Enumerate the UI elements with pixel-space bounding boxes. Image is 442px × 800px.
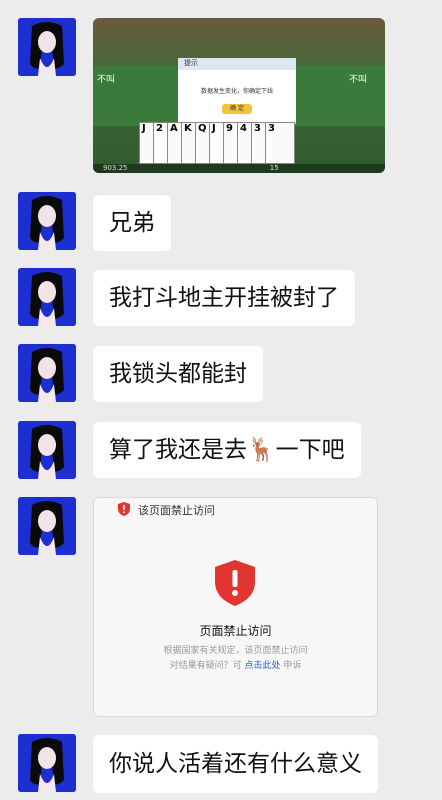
- message-bubble[interactable]: 我打斗地主开挂被封了: [93, 270, 355, 326]
- blocked-page-desc-suffix: 申诉: [283, 661, 302, 671]
- card: 3: [265, 122, 295, 164]
- blocked-page-desc-line1: 根据国家有关规定，该页面禁止访问: [163, 646, 308, 656]
- message-bubble[interactable]: 算了我还是去🦌一下吧: [93, 422, 361, 478]
- game-label-right: 不叫: [349, 75, 368, 85]
- blocked-page-bar: 该页面禁止访问: [94, 498, 377, 522]
- message-bubble[interactable]: 你说人活着还有什么意义: [93, 735, 378, 793]
- avatar[interactable]: [18, 421, 76, 479]
- avatar[interactable]: [18, 18, 76, 76]
- game-cards: J 2 A K Q J 9 4 3 3: [139, 122, 385, 164]
- game-label-left: 不叫: [97, 75, 116, 85]
- game-dialog-message: 数据发生变化，你确定下线: [200, 88, 273, 95]
- message-bubble[interactable]: 兄弟: [93, 195, 171, 251]
- blocked-page-image[interactable]: 该页面禁止访问 页面禁止访问 根据国家有关规定，该页面禁止访问 对结果有疑问？可…: [93, 497, 378, 717]
- alert-shield-icon: [215, 560, 255, 610]
- game-screenshot-image[interactable]: 不叫 不叫 提示 数据发生变化，你确定下线 确 定 J 2 A K Q J 9 …: [93, 18, 385, 173]
- blocked-page-desc-prefix: 对结果有疑问？可: [169, 661, 242, 671]
- message-bubble[interactable]: 我锁头都能封: [93, 346, 263, 402]
- avatar[interactable]: [18, 192, 76, 250]
- appeal-link[interactable]: 点击此处: [244, 661, 280, 671]
- avatar[interactable]: [18, 344, 76, 402]
- avatar[interactable]: [18, 268, 76, 326]
- avatar[interactable]: [18, 497, 76, 555]
- game-dialog: 提示 数据发生变化，你确定下线 确 定: [178, 58, 296, 126]
- game-bottom-value: 903.25: [103, 164, 128, 172]
- blocked-page-title: 页面禁止访问: [199, 624, 272, 638]
- game-confirm-button: 确 定: [222, 104, 252, 114]
- avatar[interactable]: [18, 734, 76, 792]
- game-bottom-value-2: 15: [269, 164, 279, 172]
- warning-shield-icon: [118, 501, 130, 519]
- blocked-page-description: 根据国家有关规定，该页面禁止访问 对结果有疑问？可 点击此处 申诉: [94, 644, 377, 674]
- game-status-bar: 903.25 15: [93, 164, 385, 173]
- game-dialog-title: 提示: [178, 58, 296, 70]
- blocked-page-bar-title: 该页面禁止访问: [138, 504, 215, 517]
